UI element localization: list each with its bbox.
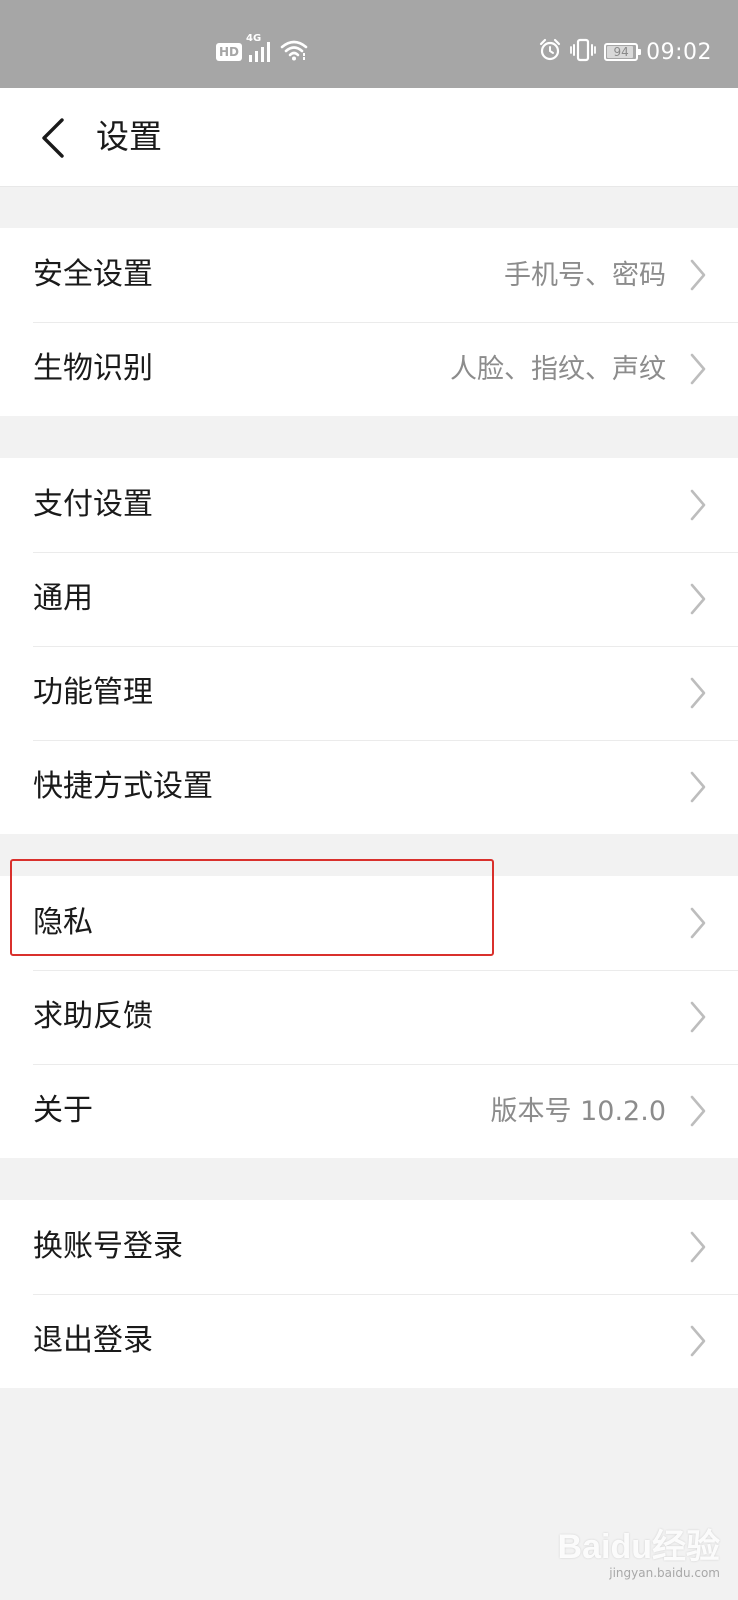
network-type-label: 4G	[246, 33, 262, 44]
settings-group-account: 安全设置 手机号、密码 生物识别 人脸、指纹、声纹	[0, 228, 738, 416]
settings-item-value: 版本号 10.2.0	[490, 1096, 666, 1127]
battery-icon: 94	[604, 43, 642, 61]
back-button[interactable]	[28, 110, 78, 166]
settings-item-help-feedback[interactable]: 求助反馈	[0, 970, 738, 1064]
watermark-logo: Baidu经验	[557, 1528, 720, 1566]
chevron-right-icon	[690, 489, 706, 521]
chevron-right-icon	[690, 1001, 706, 1033]
annotation-highlight-box	[10, 859, 494, 956]
settings-item-label: 求助反馈	[33, 999, 153, 1034]
chevron-right-icon	[690, 1231, 706, 1263]
chevron-right-icon	[690, 1095, 706, 1127]
hd-badge: HD	[216, 43, 243, 61]
settings-item-label: 生物识别	[33, 351, 153, 386]
chevron-right-icon	[690, 353, 706, 385]
settings-item-general[interactable]: 通用	[0, 552, 738, 646]
settings-item-label: 退出登录	[33, 1323, 153, 1358]
settings-item-label: 通用	[33, 581, 93, 616]
settings-item-label: 快捷方式设置	[33, 769, 213, 804]
chevron-right-icon	[690, 1325, 706, 1357]
settings-item-shortcuts[interactable]: 快捷方式设置	[0, 740, 738, 834]
status-left: HD 4G	[216, 33, 308, 66]
chevron-right-icon	[690, 259, 706, 291]
settings-item-about[interactable]: 关于 版本号 10.2.0	[0, 1064, 738, 1158]
battery-cap	[638, 49, 642, 55]
settings-item-biometrics[interactable]: 生物识别 人脸、指纹、声纹	[0, 322, 738, 416]
settings-item-label: 支付设置	[33, 487, 153, 522]
chevron-right-icon	[690, 771, 706, 803]
settings-item-payment[interactable]: 支付设置	[0, 458, 738, 552]
navigation-bar: 设置	[0, 88, 738, 187]
signal-icon: 4G	[246, 33, 274, 63]
vibrate-icon	[570, 37, 596, 67]
settings-item-label: 安全设置	[33, 257, 153, 292]
status-bar: HD 4G 94 09:02	[0, 0, 738, 88]
chevron-right-icon	[690, 907, 706, 939]
battery-percent: 94	[613, 45, 629, 59]
settings-item-value: 手机号、密码	[504, 260, 666, 291]
alarm-icon	[538, 38, 562, 66]
settings-group-general: 支付设置 通用 功能管理 快捷方式设置	[0, 458, 738, 834]
settings-item-features[interactable]: 功能管理	[0, 646, 738, 740]
settings-item-value: 人脸、指纹、声纹	[450, 354, 666, 385]
settings-item-switch-account[interactable]: 换账号登录	[0, 1200, 738, 1294]
settings-item-label: 关于	[33, 1093, 93, 1128]
wifi-icon	[280, 39, 308, 65]
status-right: 94 09:02	[538, 34, 712, 70]
settings-item-logout[interactable]: 退出登录	[0, 1294, 738, 1388]
status-time: 09:02	[646, 39, 712, 65]
page-title: 设置	[96, 117, 162, 156]
settings-group-login: 换账号登录 退出登录	[0, 1200, 738, 1388]
chevron-right-icon	[690, 677, 706, 709]
baidu-jingyan-watermark: Baidu经验 jingyan.baidu.com	[558, 1519, 720, 1580]
settings-item-label: 功能管理	[33, 675, 153, 710]
back-arrow-icon	[42, 118, 64, 158]
chevron-right-icon	[690, 583, 706, 615]
settings-item-label: 换账号登录	[33, 1229, 183, 1264]
watermark-url: jingyan.baidu.com	[609, 1566, 720, 1580]
settings-item-security[interactable]: 安全设置 手机号、密码	[0, 228, 738, 322]
